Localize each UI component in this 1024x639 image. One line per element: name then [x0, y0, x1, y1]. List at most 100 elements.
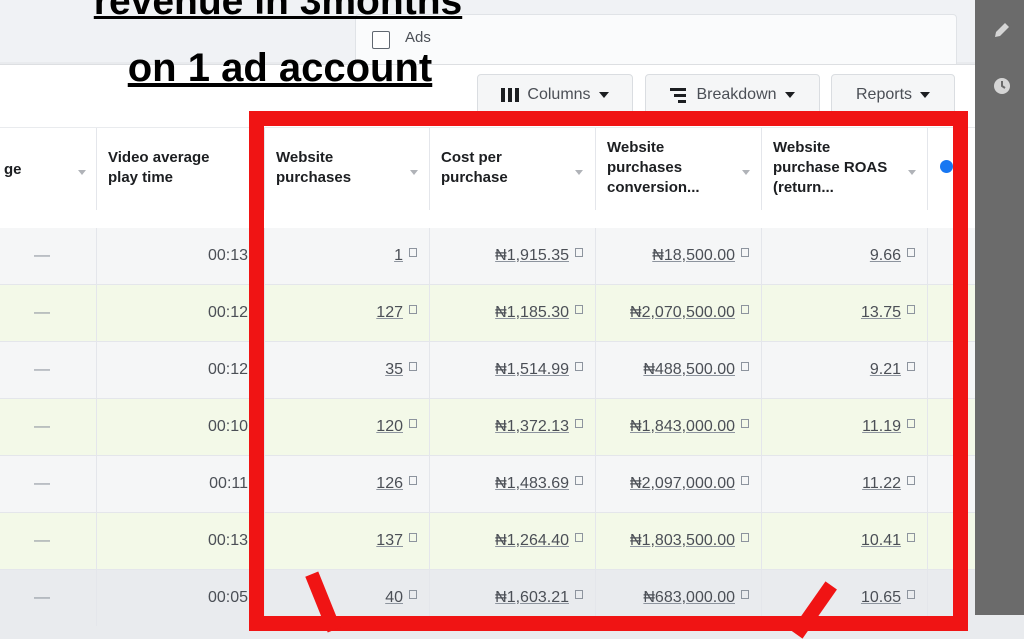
video-play-time-cell: 00:13	[97, 228, 265, 284]
roas-cell[interactable]: 11.22	[762, 456, 928, 512]
info-icon	[907, 532, 915, 542]
website-purchases-cell[interactable]: 120	[265, 399, 430, 455]
conversion-value-cell[interactable]: ₦488,500.00	[596, 342, 762, 398]
column-header-website-purchases-conversion[interactable]: Website purchases conversion...	[596, 128, 762, 210]
sort-caret-icon	[908, 170, 916, 175]
video-play-time-cell: 00:12	[97, 285, 265, 341]
row-cell: —	[0, 399, 97, 455]
chevron-down-icon	[920, 92, 931, 98]
add-column-icon[interactable]	[940, 160, 953, 173]
breakdown-label: Breakdown	[696, 86, 777, 103]
columns-icon	[501, 88, 520, 102]
row-cell: —	[0, 570, 97, 626]
info-icon	[907, 304, 915, 314]
sort-caret-icon	[742, 170, 750, 175]
info-icon	[741, 304, 749, 314]
video-play-time-cell: 00:05	[97, 570, 265, 626]
video-play-time-cell: 00:12	[97, 342, 265, 398]
info-icon	[409, 418, 417, 428]
column-header-0[interactable]: ge	[0, 128, 97, 210]
info-icon	[409, 304, 417, 314]
roas-cell[interactable]: 10.41	[762, 513, 928, 569]
table-row[interactable]: — 00:13 1 ₦1,915.35 ₦18,500.00 9.66	[0, 228, 975, 285]
row-cell: —	[0, 285, 97, 341]
conversion-value-cell[interactable]: ₦2,070,500.00	[596, 285, 762, 341]
info-icon	[907, 361, 915, 371]
website-purchases-cell[interactable]: 40	[265, 570, 430, 626]
info-icon	[575, 361, 583, 371]
conversion-value-cell[interactable]: ₦18,500.00	[596, 228, 762, 284]
column-header-website-purchases[interactable]: Website purchases	[265, 128, 430, 210]
website-purchases-cell[interactable]: 35	[265, 342, 430, 398]
table-row[interactable]: — 00:13 137 ₦1,264.40 ₦1,803,500.00 10.4…	[0, 513, 975, 570]
column-header-cost-per-purchase[interactable]: Cost per purchase	[430, 128, 596, 210]
sort-caret-icon	[410, 170, 418, 175]
video-play-time-cell: 00:10	[97, 399, 265, 455]
info-icon	[741, 475, 749, 485]
info-icon	[741, 361, 749, 371]
conversion-value-cell[interactable]: ₦2,097,000.00	[596, 456, 762, 512]
cost-per-purchase-cell[interactable]: ₦1,372.13	[430, 399, 596, 455]
sort-caret-icon	[78, 170, 86, 175]
column-header-video-average-play-time[interactable]: Video average play time	[97, 128, 265, 210]
cost-per-purchase-cell[interactable]: ₦1,483.69	[430, 456, 596, 512]
info-icon	[409, 361, 417, 371]
cost-per-purchase-cell[interactable]: ₦1,514.99	[430, 342, 596, 398]
breakdown-button[interactable]: Breakdown	[645, 74, 820, 116]
website-purchases-cell[interactable]: 137	[265, 513, 430, 569]
conversion-value-cell[interactable]: ₦1,803,500.00	[596, 513, 762, 569]
info-icon	[575, 247, 583, 257]
info-icon	[907, 247, 915, 257]
columns-label: Columns	[527, 86, 591, 103]
roas-cell[interactable]: 10.65	[762, 570, 928, 626]
clock-icon[interactable]	[992, 76, 1012, 102]
info-icon	[409, 475, 417, 485]
row-cell: —	[0, 456, 97, 512]
pencil-icon[interactable]	[992, 20, 1012, 46]
overlay-title-line-1: revenue in 3months	[93, 0, 463, 23]
table-row[interactable]: — 00:12 127 ₦1,185.30 ₦2,070,500.00 13.7…	[0, 285, 975, 342]
row-cell: —	[0, 513, 97, 569]
website-purchases-cell[interactable]: 127	[265, 285, 430, 341]
chevron-down-icon	[598, 92, 609, 98]
cost-per-purchase-cell[interactable]: ₦1,603.21	[430, 570, 596, 626]
roas-cell[interactable]: 9.66	[762, 228, 928, 284]
cost-per-purchase-cell[interactable]: ₦1,915.35	[430, 228, 596, 284]
info-icon	[409, 532, 417, 542]
info-icon	[575, 532, 583, 542]
info-icon	[741, 532, 749, 542]
roas-cell[interactable]: 9.21	[762, 342, 928, 398]
overlay-title-line-2: on 1 ad account	[127, 46, 433, 90]
roas-cell[interactable]: 13.75	[762, 285, 928, 341]
website-purchases-cell[interactable]: 1	[265, 228, 430, 284]
row-cell: —	[0, 342, 97, 398]
info-icon	[907, 589, 915, 599]
video-play-time-cell: 00:13	[97, 513, 265, 569]
website-purchases-cell[interactable]: 126	[265, 456, 430, 512]
info-icon	[741, 418, 749, 428]
conversion-value-cell[interactable]: ₦1,843,000.00	[596, 399, 762, 455]
breakdown-icon	[670, 88, 687, 103]
info-icon	[409, 589, 417, 599]
info-icon	[741, 589, 749, 599]
columns-button[interactable]: Columns	[477, 74, 633, 116]
ads-label: Ads	[405, 29, 431, 46]
cost-per-purchase-cell[interactable]: ₦1,264.40	[430, 513, 596, 569]
info-icon	[575, 475, 583, 485]
video-play-time-cell: 00:11	[97, 456, 265, 512]
table-spacer	[0, 210, 975, 229]
chevron-down-icon	[784, 92, 795, 98]
table-row[interactable]: — 00:11 126 ₦1,483.69 ₦2,097,000.00 11.2…	[0, 456, 975, 513]
info-icon	[575, 304, 583, 314]
column-header-website-purchase-roas[interactable]: Website purchase ROAS (return...	[762, 128, 928, 210]
table-row[interactable]: — 00:12 35 ₦1,514.99 ₦488,500.00 9.21	[0, 342, 975, 399]
info-icon	[907, 418, 915, 428]
roas-cell[interactable]: 11.19	[762, 399, 928, 455]
info-icon	[575, 589, 583, 599]
table-row[interactable]: — 00:10 120 ₦1,372.13 ₦1,843,000.00 11.1…	[0, 399, 975, 456]
reports-label: Reports	[855, 86, 913, 103]
cost-per-purchase-cell[interactable]: ₦1,185.30	[430, 285, 596, 341]
conversion-value-cell[interactable]: ₦683,000.00	[596, 570, 762, 626]
info-icon	[741, 247, 749, 257]
reports-button[interactable]: Reports	[831, 74, 955, 116]
